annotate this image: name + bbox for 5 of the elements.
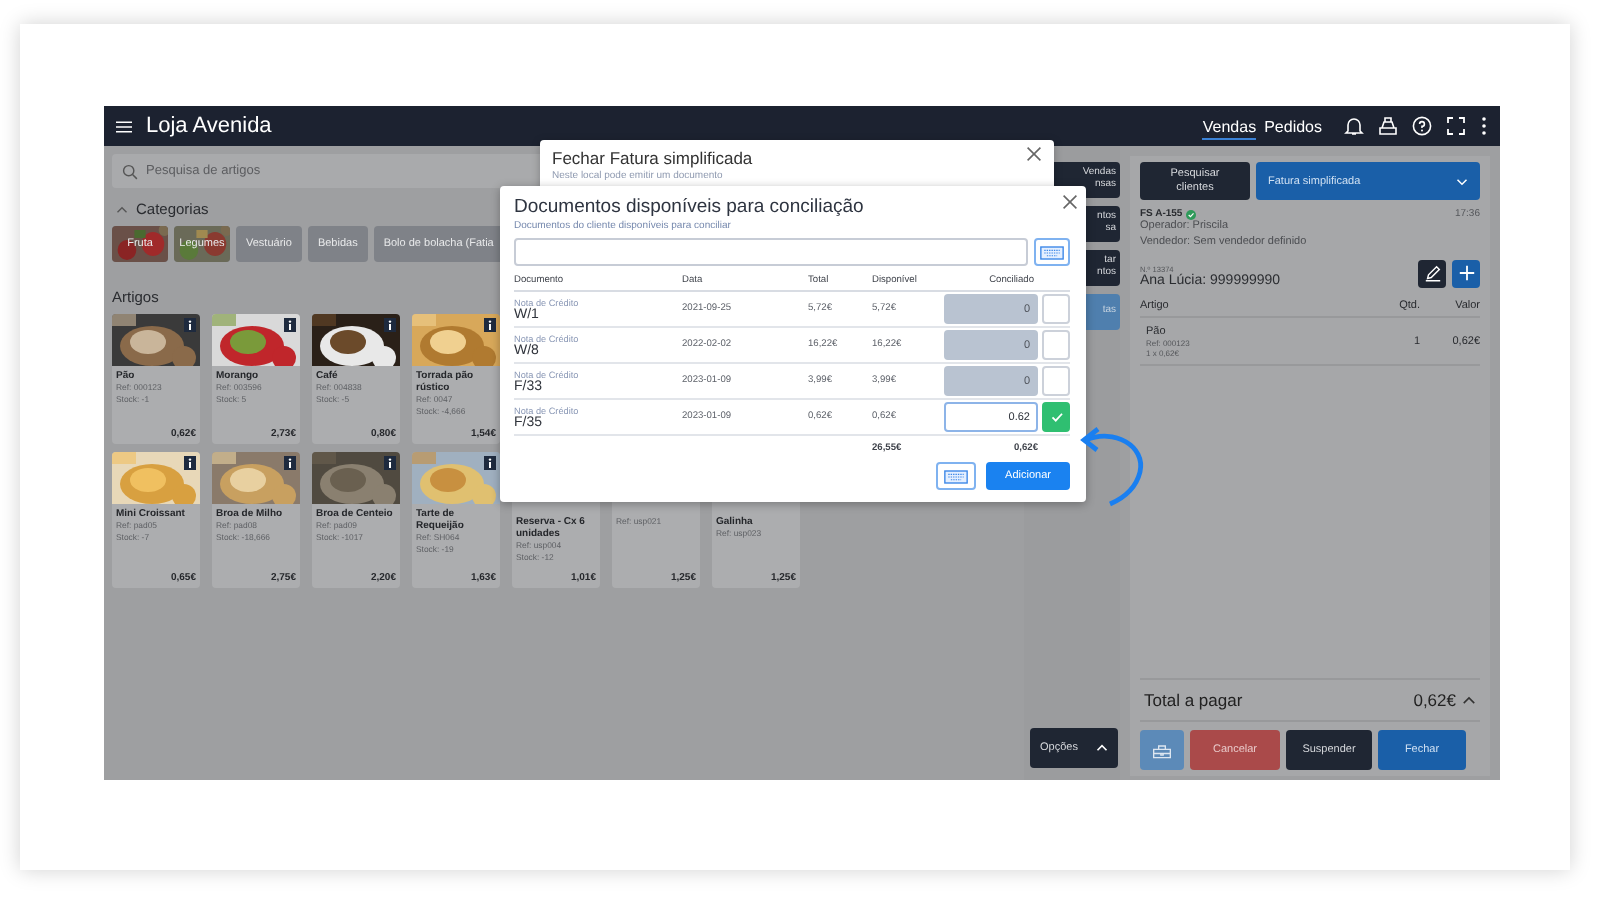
dialog-title: Fechar Fatura simplificada <box>552 148 753 168</box>
store-title: Loja Avenida <box>146 114 272 138</box>
total-label: Total a pagar <box>1144 690 1243 710</box>
dialog-title: Documentos disponíveis para conciliação <box>514 196 866 218</box>
total-amount: 0,62€ <box>1413 690 1456 710</box>
